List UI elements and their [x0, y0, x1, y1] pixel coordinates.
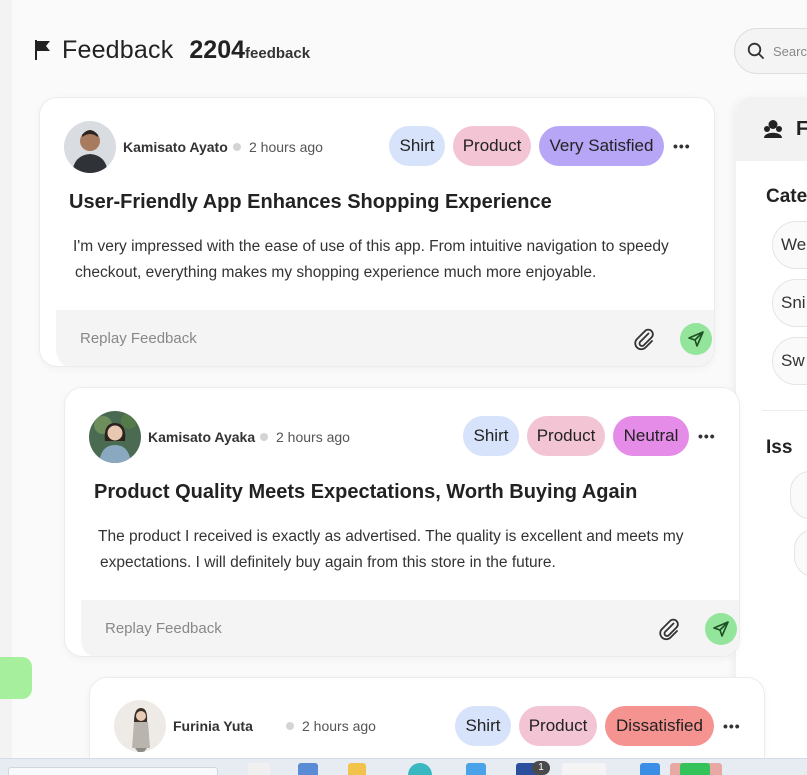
taskbar-app[interactable] [640, 763, 660, 775]
tag-sentiment[interactable]: Very Satisfied [539, 126, 664, 166]
users-icon [764, 120, 782, 138]
feedback-body: I'm very impressed with the ease of use … [73, 234, 669, 286]
feedback-card: Kamisato Ayaka 2 hours ago Shirt Product… [64, 387, 740, 657]
search-icon [747, 42, 764, 59]
taskbar-app[interactable] [466, 763, 486, 775]
category-chip[interactable]: Sni [772, 279, 807, 327]
category-chip[interactable]: Sw [772, 337, 807, 385]
taskbar-app[interactable] [298, 763, 318, 775]
avatar [114, 700, 166, 752]
tag-shirt[interactable]: Shirt [455, 706, 511, 746]
page-title: Feedback [62, 36, 174, 64]
category-section-label: Cate [766, 186, 807, 207]
more-icon[interactable]: ••• [698, 428, 716, 444]
separator-dot [286, 722, 294, 730]
feedback-body: The product I received is exactly as adv… [98, 524, 684, 576]
avatar [64, 121, 116, 173]
tag-product[interactable]: Product [519, 706, 597, 746]
issue-section-label: Iss [766, 437, 793, 458]
taskbar-app[interactable] [408, 763, 432, 775]
left-green-button[interactable] [0, 657, 32, 699]
feedback-card: Kamisato Ayato 2 hours ago Shirt Product… [39, 97, 715, 367]
body-line: I'm very impressed with the ease of use … [73, 238, 669, 255]
feedback-page: Feedback 2204feedback Search F Cate Wea … [0, 0, 807, 775]
tag-product[interactable]: Product [453, 126, 531, 166]
body-line: The product I received is exactly as adv… [98, 528, 684, 545]
tag-product[interactable]: Product [527, 416, 605, 456]
tag-sentiment[interactable]: Neutral [613, 416, 689, 456]
timestamp: 2 hours ago [276, 429, 350, 445]
reply-input[interactable]: Replay Feedback [80, 330, 197, 347]
author-name: Furinia Yuta [173, 718, 253, 734]
reply-bar: Replay Feedback [56, 310, 714, 366]
issue-chip[interactable] [794, 529, 807, 577]
timestamp: 2 hours ago [302, 718, 376, 734]
author-name: Kamisato Ayaka [148, 429, 256, 445]
tag-shirt[interactable]: Shirt [463, 416, 519, 456]
reply-input[interactable]: Replay Feedback [105, 620, 222, 637]
taskbar-app[interactable] [248, 763, 270, 775]
send-button[interactable] [705, 613, 737, 645]
taskbar-search[interactable] [8, 767, 218, 775]
issue-chip[interactable] [790, 471, 807, 519]
flag-icon [35, 40, 50, 60]
paperclip-icon[interactable] [632, 327, 656, 351]
page-header: Feedback 2204feedback [34, 36, 310, 65]
tag-sentiment[interactable]: Dissatisfied [605, 706, 714, 746]
filter-panel-header: F [736, 97, 807, 161]
panel-divider [762, 410, 807, 411]
more-icon[interactable]: ••• [673, 138, 691, 154]
feedback-title: Product Quality Meets Expectations, Wort… [94, 481, 638, 503]
author-name: Kamisato Ayato [123, 139, 228, 155]
filter-panel-title: F [796, 117, 807, 140]
taskbar-app[interactable] [562, 763, 606, 775]
taskbar-app[interactable] [680, 763, 710, 775]
reply-bar: Replay Feedback [81, 600, 739, 656]
taskbar-app[interactable] [348, 763, 366, 775]
taskbar: 1 [0, 758, 807, 775]
send-button[interactable] [680, 323, 712, 355]
category-chip[interactable]: Wea [772, 221, 807, 269]
feedback-count-unit: feedback [245, 45, 311, 62]
avatar [89, 411, 141, 463]
search-input[interactable]: Search [773, 44, 807, 59]
body-line: checkout, everything makes my shopping e… [75, 264, 597, 281]
taskbar-badge: 1 [532, 761, 550, 775]
filter-panel: F Cate Wea Sni Sw Iss [736, 97, 807, 775]
send-icon [713, 621, 729, 637]
separator-dot [233, 143, 241, 151]
send-icon [688, 331, 704, 347]
feedback-title: User-Friendly App Enhances Shopping Expe… [69, 191, 552, 213]
more-icon[interactable]: ••• [723, 718, 741, 734]
timestamp: 2 hours ago [249, 139, 323, 155]
feedback-count: 2204 [189, 36, 246, 64]
feedback-count-group: 2204feedback [183, 36, 310, 65]
separator-dot [260, 433, 268, 441]
tag-shirt[interactable]: Shirt [389, 126, 445, 166]
body-line: expectations. I will definitely buy agai… [100, 554, 556, 571]
search-box[interactable]: Search [734, 28, 807, 74]
paperclip-icon[interactable] [657, 617, 681, 641]
